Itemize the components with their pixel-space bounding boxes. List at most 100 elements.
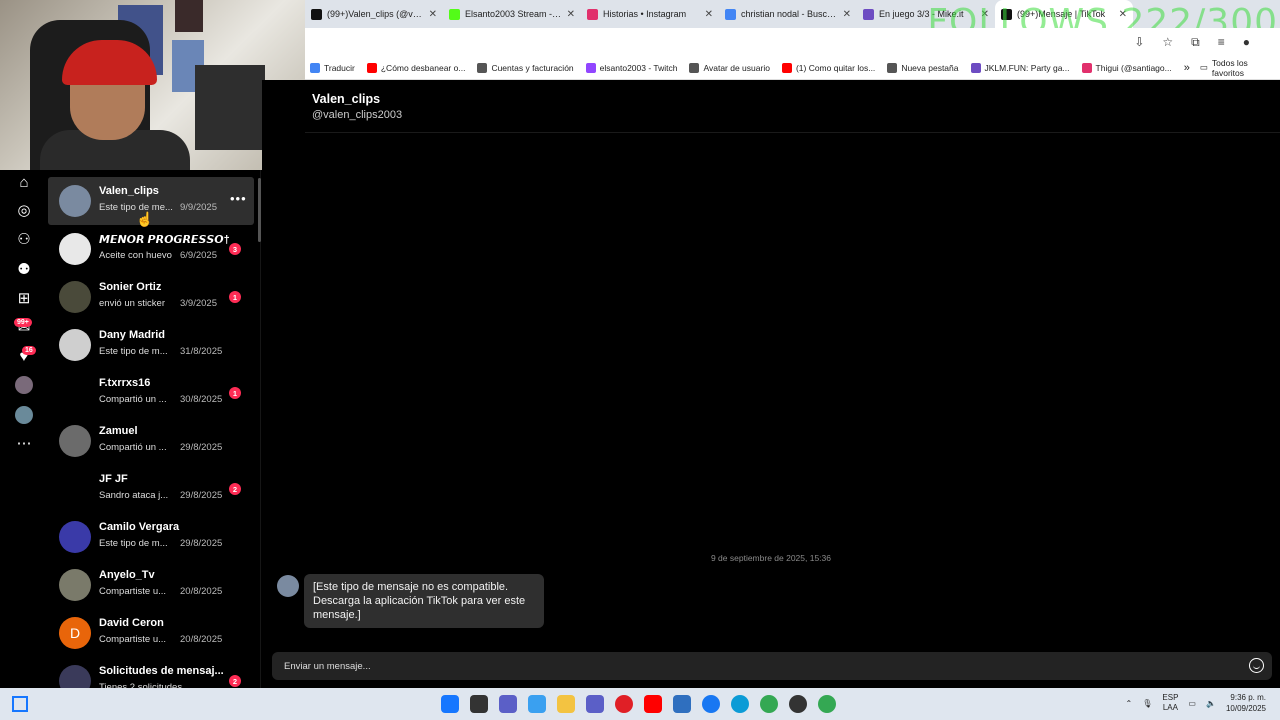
opera-icon[interactable] [615, 695, 633, 713]
chat-app-icon[interactable] [499, 695, 517, 713]
bookmark-item[interactable]: ¿Cómo desbanear o... [366, 62, 465, 73]
folder-icon: ▭ [1199, 62, 1208, 72]
bookmark-item[interactable]: (1) Como quitar los... [781, 62, 876, 73]
bookmark-item[interactable]: Thigui (@santiago... [1081, 62, 1172, 73]
conversation-scrollbar[interactable] [258, 178, 261, 242]
conversation-item[interactable]: JF JF Sandro ataca j... 29/8/2025 2 [48, 465, 254, 513]
conversation-preview: Este tipo de m... [99, 346, 168, 357]
conversation-item[interactable]: Solicitudes de mensaj... Tienes 2 solicit… [48, 657, 254, 688]
bookmark-label: Avatar de usuario [703, 62, 770, 73]
activity-badge: 16 [22, 346, 36, 355]
browser-tab[interactable]: Elsanto2003 Stream - Wat ✕ [443, 0, 581, 28]
message-input[interactable] [272, 652, 1232, 680]
conversation-item[interactable]: Dany Madrid Este tipo de m... 31/8/2025 [48, 321, 254, 369]
conversation-name: Camilo Vergara [99, 521, 180, 533]
sender-avatar[interactable] [277, 575, 299, 597]
tab-title: En juego 3/3 - Mike.it [879, 9, 964, 19]
close-tab-icon[interactable]: ✕ [705, 9, 713, 20]
bookmark-label: (1) Como quitar los... [795, 62, 876, 73]
profile-icon[interactable]: ● [1243, 35, 1250, 50]
browser-tab[interactable]: (99+)Mensaje | TikTok ✕ [995, 0, 1133, 28]
teams-icon[interactable] [586, 695, 604, 713]
browser-tab[interactable]: christian nodal - Buscar c ✕ [719, 0, 857, 28]
conversation-item[interactable]: Sonier Ortiz envió un sticker 3/9/2025 1 [48, 273, 254, 321]
conversation-item[interactable]: Anyelo_Tv Compartiste u... 20/8/2025 [48, 561, 254, 609]
close-tab-icon[interactable]: ✕ [1119, 9, 1127, 20]
clock-time: 9:36 p. m. [1230, 693, 1266, 702]
conversation-preview: envió un sticker [99, 298, 166, 309]
conversation-avatar [59, 473, 91, 505]
profile-avatar[interactable] [15, 376, 33, 394]
edge-icon[interactable] [731, 695, 749, 713]
conversation-item[interactable]: F.txrrxs16 Compartió un ... 30/8/2025 1 [48, 369, 254, 417]
bookmark-favicon-icon [366, 62, 377, 73]
more-icon[interactable]: ⋯ [14, 433, 34, 453]
conversation-name: Solicitudes de mensaj... [99, 665, 224, 677]
conversation-preview: Sandro ataca j... [99, 490, 169, 501]
browser-tab[interactable]: En juego 3/3 - Mike.it ✕ [857, 0, 995, 28]
volume-icon[interactable]: 🔈 [1206, 699, 1216, 708]
bookmark-label: elsanto2003 - Twitch [599, 62, 678, 73]
facebook-icon[interactable] [702, 695, 720, 713]
live-avatar[interactable] [15, 406, 33, 424]
conversation-list: Valen_clips Este tipo de me... 9/9/2025 •••… [48, 170, 261, 688]
copilot-icon[interactable] [528, 695, 546, 713]
youtube-icon[interactable] [644, 695, 662, 713]
bookmark-item[interactable]: Nueva pestaña [887, 62, 959, 73]
home-icon[interactable]: ⌂ [14, 172, 34, 192]
obs-icon[interactable] [789, 695, 807, 713]
upload-icon[interactable]: ⊞ [14, 288, 34, 308]
chat-contact-name[interactable]: Valen_clips [312, 92, 402, 106]
bookmark-item[interactable]: elsanto2003 - Twitch [585, 62, 678, 73]
language-code: ESP [1162, 693, 1179, 702]
bookmark-item[interactable]: JKLM.FUN: Party ga... [970, 62, 1070, 73]
mic-icon[interactable]: 🎙 [1142, 699, 1152, 708]
close-tab-icon[interactable]: ✕ [429, 9, 437, 20]
chrome-icon[interactable] [760, 695, 778, 713]
star-icon[interactable]: ☆ [1162, 35, 1173, 50]
conversation-item[interactable]: D David Ceron Compartiste u... 20/8/2025 [48, 609, 254, 657]
more-options-icon[interactable]: ••• [230, 191, 247, 206]
network-icon[interactable]: ▭ [1188, 699, 1196, 708]
message-composer [272, 652, 1272, 680]
explore-icon[interactable]: ◎ [14, 200, 34, 220]
start-icon[interactable] [441, 695, 459, 713]
browser-tab[interactable]: (99+)Valen_clips (@valen_ ✕ [305, 0, 443, 28]
extensions-icon[interactable]: ⧉ [1191, 35, 1200, 50]
emoji-icon[interactable] [1249, 658, 1264, 673]
conversation-item[interactable]: 𝙈𝙀𝙉𝙊𝙍 𝙋𝙍𝙊𝙂𝙍𝙀𝙎𝙎𝙊† Aceite con huevo 6/9/2025… [48, 225, 254, 273]
language-indicator[interactable]: ESP LAA [1162, 693, 1178, 713]
bookmark-favicon-icon [970, 62, 981, 73]
chrome-profile-icon[interactable] [818, 695, 836, 713]
friends-icon[interactable]: ⚉ [14, 259, 34, 279]
tab-title: Historias • Instagram [603, 9, 687, 19]
bookmark-favicon-icon [477, 62, 488, 73]
task-view-icon[interactable] [470, 695, 488, 713]
media-icon[interactable]: ≡ [1218, 35, 1225, 50]
chat-contact-handle[interactable]: @valen_clips2003 [312, 109, 402, 121]
conversation-item[interactable]: Zamuel Compartió un ... 29/8/2025 [48, 417, 254, 465]
chevron-up-icon[interactable]: ⌃ [1126, 699, 1133, 708]
bookmark-item[interactable]: Avatar de usuario [689, 62, 770, 73]
unread-badge: 1 [229, 387, 241, 399]
browser-tab[interactable]: Historias • Instagram ✕ [581, 0, 719, 28]
tab-favicon-icon [311, 8, 322, 20]
close-tab-icon[interactable]: ✕ [981, 9, 989, 20]
tab-title: christian nodal - Buscar c [741, 9, 838, 19]
following-icon[interactable]: ⚇ [14, 229, 34, 249]
bookmark-item[interactable]: Cuentas y facturación [477, 62, 574, 73]
conversation-item[interactable]: Camilo Vergara Este tipo de m... 29/8/2025 [48, 513, 254, 561]
close-tab-icon[interactable]: ✕ [843, 9, 851, 20]
bookmarks-overflow-icon[interactable]: » [1184, 62, 1190, 74]
conversation-name: JF JF [99, 473, 128, 485]
bookmarks-bar: Traducir ¿Cómo desbanear o... Cuentas y fa… [305, 56, 1280, 80]
close-tab-icon[interactable]: ✕ [567, 9, 575, 20]
all-bookmarks-button[interactable]: ▭ Todos los favoritos [1200, 58, 1271, 78]
store-icon[interactable] [673, 695, 691, 713]
install-icon[interactable]: ⇩ [1134, 35, 1144, 50]
file-explorer-icon[interactable] [557, 695, 575, 713]
bookmark-item[interactable]: Traducir [310, 62, 355, 73]
widgets-icon[interactable] [12, 696, 28, 712]
clock[interactable]: 9:36 p. m. 10/09/2025 [1226, 692, 1266, 714]
bookmark-favicon-icon [310, 62, 320, 73]
